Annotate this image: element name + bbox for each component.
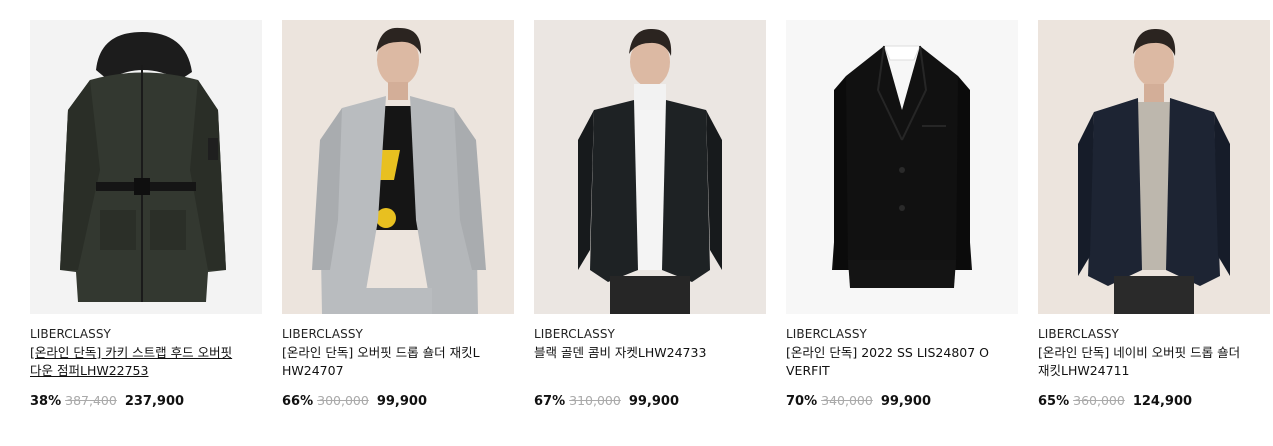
discount-rate: 38% bbox=[30, 394, 62, 409]
product-title-link[interactable]: [온라인 단독] 오버핏 드롭 숄더 재킷LHW24707 bbox=[282, 344, 487, 380]
sale-price: 237,900 bbox=[124, 394, 185, 409]
product-brand: LIBERCLASSY bbox=[534, 327, 615, 341]
price-row: 38% 387,400 237,900 bbox=[30, 392, 262, 411]
product-brand: LIBERCLASSY bbox=[282, 327, 363, 341]
original-price: 387,400 bbox=[65, 393, 117, 408]
product-photo-black-overfit-blazer bbox=[786, 20, 1018, 314]
product-image[interactable] bbox=[786, 20, 1018, 314]
product-photo-grey-blazer bbox=[282, 20, 514, 314]
product-photo-khaki-jumper bbox=[30, 20, 262, 314]
product-image[interactable] bbox=[282, 20, 514, 314]
product-image[interactable] bbox=[1038, 20, 1270, 314]
original-price: 360,000 bbox=[1073, 393, 1125, 408]
product-brand: LIBERCLASSY bbox=[1038, 327, 1119, 341]
product-card[interactable]: LIBERCLASSY 블랙 골덴 콤비 자켓LHW24733 67% 310,0… bbox=[534, 20, 766, 411]
price-row: 65% 360,000 124,900 bbox=[1038, 392, 1270, 411]
product-title-link[interactable]: [온라인 단독] 2022 SS LIS24807 OVERFIT bbox=[786, 344, 991, 380]
product-grid: LIBERCLASSY [온라인 단독] 카키 스트랩 후드 오버핏 다운 점퍼… bbox=[0, 0, 1273, 446]
sale-price: 124,900 bbox=[1132, 394, 1193, 409]
original-price: 340,000 bbox=[821, 393, 873, 408]
product-brand: LIBERCLASSY bbox=[786, 327, 867, 341]
product-card[interactable]: LIBERCLASSY [온라인 단독] 네이비 오버핏 드롭 숄더 재킷LHW… bbox=[1038, 20, 1270, 411]
discount-rate: 70% bbox=[786, 394, 818, 409]
product-title-link[interactable]: [온라인 단독] 네이비 오버핏 드롭 숄더 재킷LHW24711 bbox=[1038, 344, 1243, 380]
product-card[interactable]: LIBERCLASSY [온라인 단독] 오버핏 드롭 숄더 재킷LHW2470… bbox=[282, 20, 514, 411]
product-image[interactable] bbox=[534, 20, 766, 314]
product-image[interactable] bbox=[30, 20, 262, 314]
product-title-link[interactable]: 블랙 골덴 콤비 자켓LHW24733 bbox=[534, 344, 739, 380]
product-brand: LIBERCLASSY bbox=[30, 327, 111, 341]
discount-rate: 66% bbox=[282, 394, 314, 409]
product-title-link[interactable]: [온라인 단독] 카키 스트랩 후드 오버핏 다운 점퍼LHW22753 bbox=[30, 344, 235, 380]
product-card[interactable]: LIBERCLASSY [온라인 단독] 2022 SS LIS24807 OV… bbox=[786, 20, 1018, 411]
product-card[interactable]: LIBERCLASSY [온라인 단독] 카키 스트랩 후드 오버핏 다운 점퍼… bbox=[30, 20, 262, 411]
discount-rate: 67% bbox=[534, 394, 566, 409]
sale-price: 99,900 bbox=[376, 394, 427, 409]
sale-price: 99,900 bbox=[880, 394, 931, 409]
original-price: 300,000 bbox=[317, 393, 369, 408]
price-row: 66% 300,000 99,900 bbox=[282, 392, 514, 411]
original-price: 310,000 bbox=[569, 393, 621, 408]
price-row: 70% 340,000 99,900 bbox=[786, 392, 1018, 411]
sale-price: 99,900 bbox=[628, 394, 679, 409]
product-photo-black-corduroy bbox=[534, 20, 766, 314]
product-photo-navy-blazer bbox=[1038, 20, 1270, 314]
discount-rate: 65% bbox=[1038, 394, 1070, 409]
price-row: 67% 310,000 99,900 bbox=[534, 392, 766, 411]
